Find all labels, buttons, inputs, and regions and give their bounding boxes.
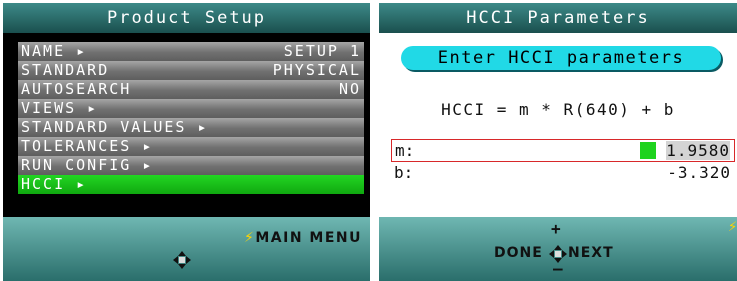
minus-icon[interactable]: – [553,259,563,278]
right-footer: + DONE NEXT – ⚡ [379,217,737,281]
lightning-bolt-icon: ⚡ [244,230,256,246]
m-field[interactable]: m: 1.9580 [391,139,735,162]
hcci-parameters-title: HCCI Parameters [379,3,737,33]
hcci-form: Enter HCCI parameters HCCI = m * R(640) … [379,33,737,217]
b-label: b: [394,163,414,182]
hcci-parameters-panel: HCCI Parameters Enter HCCI parameters HC… [379,3,737,281]
plus-icon[interactable]: + [551,219,561,238]
menu-item-label: TOLERANCES ▸ [21,137,154,155]
menu-item-autosearch[interactable]: AUTOSEARCH NO [18,80,364,99]
menu-item-value: SETUP 1 [283,42,361,60]
menu-item-run-config[interactable]: RUN CONFIG ▸ [18,156,364,175]
main-menu-label: MAIN MENU [255,230,362,246]
lightning-bolt-icon[interactable]: ⚡ [728,217,737,235]
menu-item-label: VIEWS ▸ [21,99,99,117]
menu-item-label: STANDARD VALUES ▸ [21,118,209,136]
menu-item-label: AUTOSEARCH [21,80,132,98]
menu-item-label: NAME ▸ [21,42,88,60]
m-label: m: [395,141,415,160]
menu-item-label: HCCI ▸ [21,175,88,193]
menu-item-views[interactable]: VIEWS ▸ [18,99,364,118]
next-label: NEXT [568,245,614,261]
dpad-icon[interactable] [173,251,191,269]
left-footer: ⚡MAIN MENU [3,217,370,281]
product-setup-menu: NAME ▸ SETUP 1 STANDARD PHYSICAL AUTOSEA… [18,42,364,194]
b-value[interactable]: -3.320 [667,163,731,182]
menu-item-tolerances[interactable]: TOLERANCES ▸ [18,137,364,156]
product-setup-title: Product Setup [3,3,370,33]
menu-item-hcci[interactable]: HCCI ▸ [18,175,364,194]
done-label: DONE [494,245,543,261]
menu-item-value: PHYSICAL [272,61,361,79]
edit-cursor [640,142,656,159]
menu-item-standard-values[interactable]: STANDARD VALUES ▸ [18,118,364,137]
m-value[interactable]: 1.9580 [666,141,730,160]
menu-item-value: NO [338,80,361,98]
main-menu-softkey[interactable]: ⚡MAIN MENU [244,230,362,246]
product-setup-panel: Product Setup NAME ▸ SETUP 1 STANDARD PH… [3,3,370,281]
hcci-prompt: Enter HCCI parameters [401,46,721,70]
menu-item-name[interactable]: NAME ▸ SETUP 1 [18,42,364,61]
next-softkey[interactable]: NEXT [568,245,614,261]
hcci-formula: HCCI = m * R(640) + b [441,100,675,119]
b-field[interactable]: b: -3.320 [391,162,735,183]
done-softkey[interactable]: DONE [494,245,543,261]
menu-item-label: STANDARD [21,61,110,79]
menu-item-standard[interactable]: STANDARD PHYSICAL [18,61,364,80]
menu-item-label: RUN CONFIG ▸ [21,156,154,174]
